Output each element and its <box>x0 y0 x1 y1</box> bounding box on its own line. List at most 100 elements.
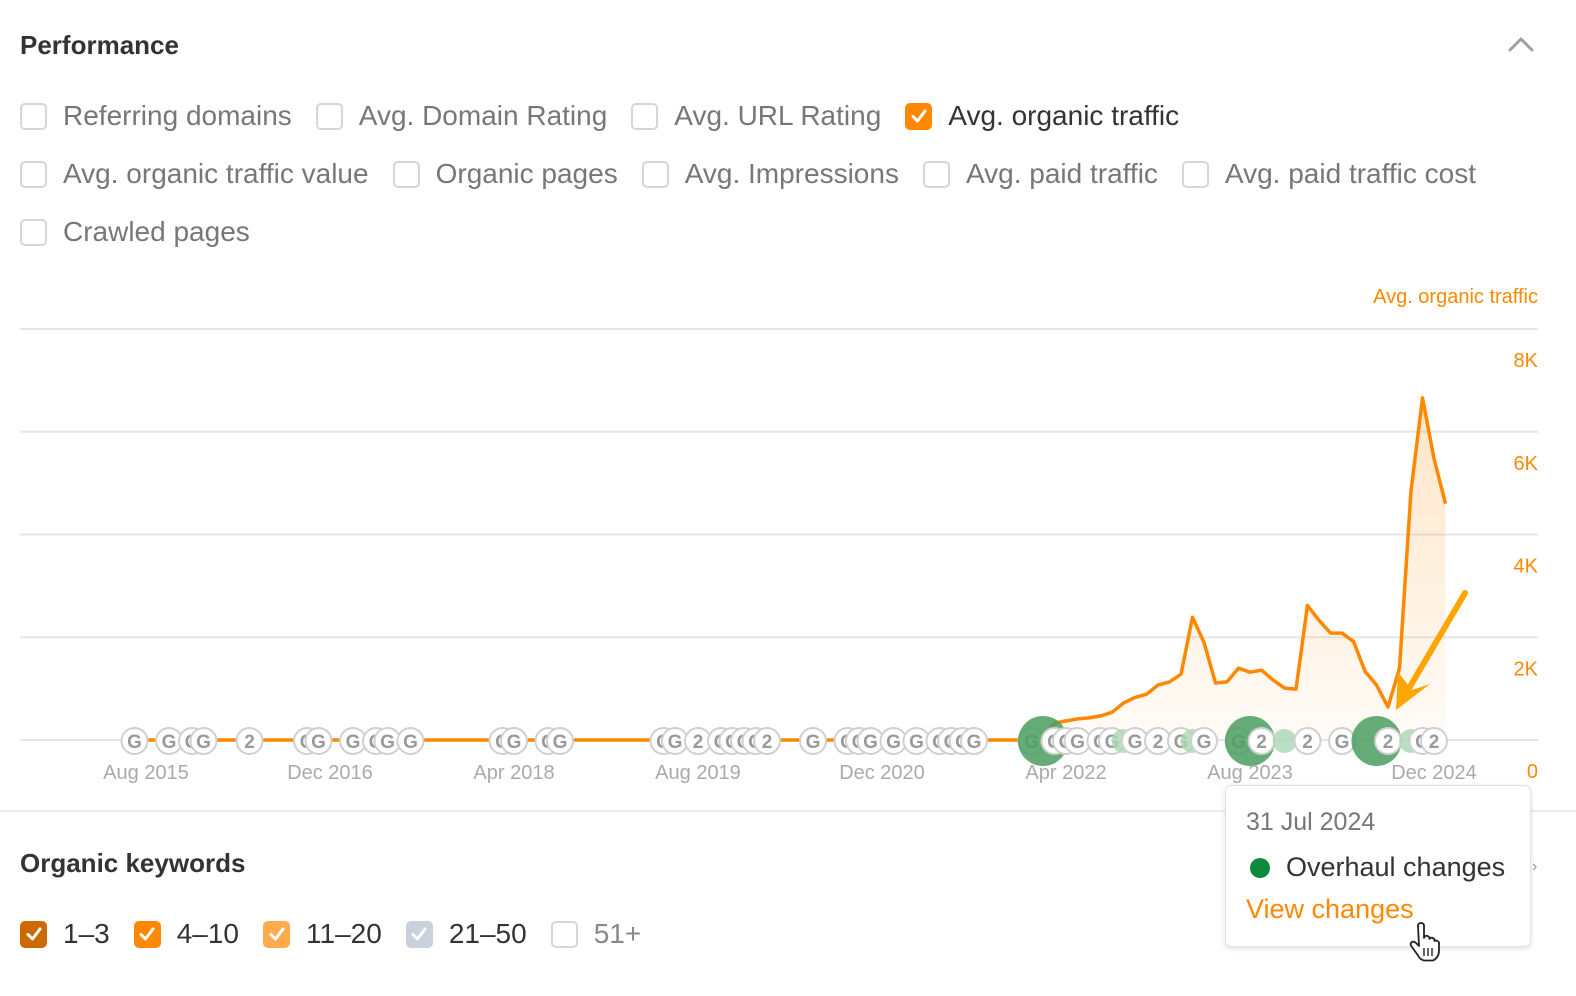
tooltip-date: 31 Jul 2024 <box>1246 808 1376 836</box>
metrics-row-3: Crawled pages <box>20 216 274 248</box>
metrics-row-1: Referring domains Avg. Domain Rating Avg… <box>20 100 1203 132</box>
metric-checkbox-crawled-pages[interactable]: Crawled pages <box>20 216 250 248</box>
checkbox-box[interactable] <box>20 920 47 948</box>
marker-label: G <box>1128 732 1143 753</box>
performance-title: Performance <box>20 30 179 60</box>
metric-label: Avg. Domain Rating <box>358 100 608 131</box>
checkbox-box[interactable] <box>1181 160 1209 188</box>
keyword-range-filters: 1–3 4–10 11–20 21–50 51+ <box>20 918 665 950</box>
cluster-marker[interactable]: 2 <box>1293 727 1322 755</box>
google-update-marker[interactable]: G <box>189 727 218 755</box>
metric-checkbox-avg-paid-traffic[interactable]: Avg. paid traffic <box>922 158 1158 190</box>
metric-checkbox-avg-organic-traffic-value[interactable]: Avg. organic traffic value <box>20 158 369 190</box>
y-tick-label: 8K <box>1514 350 1539 372</box>
checkbox-box[interactable] <box>631 102 659 130</box>
range-checkbox-51-plus[interactable]: 51+ <box>550 918 641 950</box>
range-checkbox-11-20[interactable]: 11–20 <box>263 918 382 950</box>
range-checkbox-21-50[interactable]: 21–50 <box>405 918 527 950</box>
metric-checkbox-avg-url-rating[interactable]: Avg. URL Rating <box>631 100 881 132</box>
checkmark-icon <box>911 109 927 123</box>
checkmark-icon <box>26 927 41 941</box>
google-update-marker[interactable]: G <box>396 727 425 755</box>
cluster-marker[interactable]: 2 <box>1374 727 1402 755</box>
checkbox-box[interactable] <box>392 160 420 188</box>
cluster-marker[interactable]: 2 <box>753 727 781 755</box>
google-update-marker[interactable]: G <box>120 727 149 755</box>
marker-label: G <box>507 732 522 753</box>
x-tick-label: Dec 2016 <box>287 762 373 784</box>
marker-label: 2 <box>1153 732 1164 753</box>
metric-label: Avg. organic traffic value <box>63 158 369 189</box>
checkbox-box[interactable] <box>550 920 578 948</box>
view-changes-link[interactable]: View changes <box>1246 894 1414 925</box>
range-checkbox-4-10[interactable]: 4–10 <box>133 918 240 950</box>
cluster-marker[interactable]: 2 <box>1247 727 1276 755</box>
marker-label: G <box>909 732 924 753</box>
metric-checkbox-referring-domains[interactable]: Referring domains <box>20 100 292 132</box>
google-update-marker[interactable]: G <box>546 727 574 755</box>
google-update-marker[interactable]: G <box>500 727 528 755</box>
checkmark-icon <box>411 927 427 941</box>
google-update-marker[interactable]: G <box>1328 727 1356 755</box>
hand-pointer-cursor-icon <box>1409 922 1440 962</box>
checkmark-icon <box>269 927 285 941</box>
checkbox-box[interactable] <box>405 920 433 948</box>
checkbox-box[interactable] <box>905 102 933 130</box>
checkbox-box[interactable] <box>133 920 161 948</box>
checkbox-box[interactable] <box>20 102 47 130</box>
status-dot-icon <box>1250 857 1270 878</box>
metric-checkbox-avg-paid-traffic-cost[interactable]: Avg. paid traffic cost <box>1181 158 1477 190</box>
metric-checkbox-avg-organic-traffic[interactable]: Avg. organic traffic <box>905 100 1179 132</box>
x-tick-label: Dec 2020 <box>839 762 925 784</box>
checkbox-box[interactable] <box>922 160 950 188</box>
marker-label: 2 <box>244 732 255 753</box>
cluster-marker[interactable]: 2 <box>235 727 264 755</box>
marker-label: 2 <box>1256 732 1267 753</box>
marker-label: G <box>863 732 878 753</box>
y-tick-label: 0 <box>1527 761 1538 783</box>
organic-keywords-title: Organic keywords <box>20 848 246 878</box>
cluster-marker[interactable]: 2 <box>1420 727 1448 755</box>
google-update-marker[interactable]: G <box>1190 727 1218 755</box>
metric-label: Avg. paid traffic cost <box>1224 158 1477 189</box>
checkbox-box[interactable] <box>641 160 669 188</box>
metrics-row-2: Avg. organic traffic value Organic pages… <box>20 158 1500 190</box>
range-label: 4–10 <box>176 918 240 949</box>
marker-label: G <box>403 732 418 753</box>
range-label: 11–20 <box>306 918 382 949</box>
y-tick-label: 4K <box>1514 556 1539 578</box>
checkbox-box[interactable] <box>20 160 47 188</box>
metric-checkbox-organic-pages[interactable]: Organic pages <box>392 158 618 190</box>
google-update-marker[interactable]: G <box>304 727 333 755</box>
metric-checkbox-avg-impressions[interactable]: Avg. Impressions <box>641 158 899 190</box>
checkmark-icon <box>139 927 155 941</box>
chart-svg: GGGG2GGGGGGGGGGGG2GGGG2GGGGGGGGGGGGGGGGG… <box>20 328 1539 784</box>
checkbox-box[interactable] <box>315 102 343 130</box>
marker-label: 2 <box>1302 732 1313 753</box>
metric-label: Referring domains <box>63 100 292 131</box>
google-update-marker[interactable]: G <box>960 727 988 755</box>
marker-label: G <box>162 732 177 753</box>
collapse-button[interactable] <box>1506 34 1536 54</box>
x-tick-label: Apr 2018 <box>473 762 554 784</box>
marker-label: G <box>196 732 211 753</box>
metric-checkbox-avg-domain-rating[interactable]: Avg. Domain Rating <box>315 100 608 132</box>
x-tick-label: Aug 2015 <box>103 762 189 784</box>
marker-label: 2 <box>762 732 773 753</box>
metric-label: Avg. URL Rating <box>674 100 882 131</box>
x-tick-label: Dec 2024 <box>1391 762 1477 784</box>
checkbox-box[interactable] <box>20 218 47 246</box>
range-checkbox-1-3[interactable]: 1–3 <box>20 918 110 950</box>
checkbox-box[interactable] <box>263 920 291 948</box>
x-tick-label: Aug 2023 <box>1207 762 1293 784</box>
x-tick-label: Apr 2022 <box>1025 762 1106 784</box>
chevron-up-icon <box>1508 37 1534 52</box>
tooltip-item-label: Overhaul changes <box>1286 852 1506 882</box>
range-label: 21–50 <box>448 918 527 949</box>
range-label: 1–3 <box>63 918 110 949</box>
google-update-marker[interactable]: G <box>799 727 827 755</box>
metric-label: Organic pages <box>435 158 618 189</box>
marker-label: G <box>380 732 395 753</box>
performance-chart: Avg. organic traffic GGGG2GGGGGGGGGGGG2G… <box>0 270 1576 800</box>
marker-label: G <box>127 732 142 753</box>
